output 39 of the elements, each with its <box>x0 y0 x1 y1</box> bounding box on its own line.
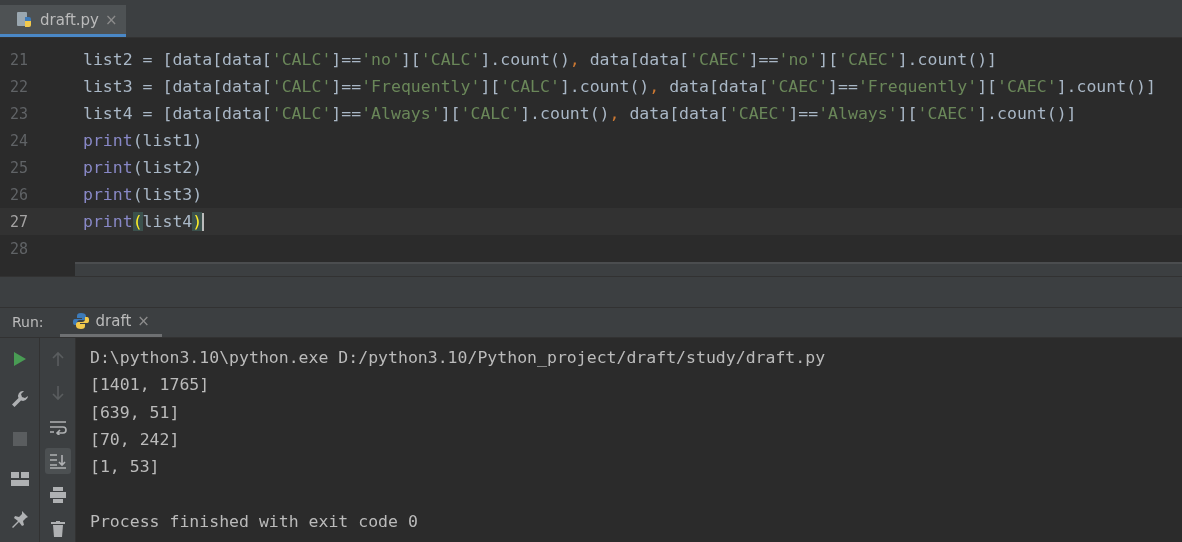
up-arrow-icon <box>50 351 65 367</box>
line-number: 24 <box>9 131 30 150</box>
exit-message: Process finished with exit code 0 <box>90 510 419 533</box>
console-output-line: D:\python3.10\python.exe D:/python3.10/Python_project/draft/study/draft.py <box>90 347 826 370</box>
soft-wrap-icon <box>48 419 67 435</box>
run-label: Run: <box>11 314 45 331</box>
python-icon <box>71 311 90 330</box>
code-line: print(list1) <box>83 130 203 153</box>
play-icon <box>12 351 27 367</box>
line-number: 23 <box>9 104 30 123</box>
code-line: print(list4) <box>83 211 205 234</box>
console-output-line: [1, 53] <box>90 456 161 479</box>
code-line: print(list3) <box>83 184 203 207</box>
pin-icon <box>10 510 29 528</box>
code-line: print(list2) <box>83 157 203 180</box>
trash-icon <box>50 521 65 537</box>
line-number: 28 <box>9 239 30 258</box>
console-output-line: [1401, 1765] <box>90 374 211 397</box>
layout-icon <box>10 472 29 486</box>
printer-icon <box>48 487 67 503</box>
code-line: list4 = [data[data['CALC']=='Always']['CALC'].count(), data[data['CAEC']=='Always']['CAEC'].count()] <box>83 103 1077 126</box>
python-file-icon <box>16 10 34 29</box>
stop-icon <box>12 432 27 446</box>
file-tab[interactable]: draft.py × <box>0 5 126 37</box>
console-output-line: [70, 242] <box>90 429 181 452</box>
wrench-icon <box>10 390 29 408</box>
scroll-to-end-icon <box>48 453 67 469</box>
line-number: 22 <box>9 77 30 96</box>
line-number: 25 <box>9 158 30 177</box>
code-line: list3 = [data[data['CALC']=='Frequently']['CALC'].count(), data[data['CAEC']=='Frequently']['CAEC'].count()] <box>83 76 1156 99</box>
code-line: list2 = [data[data['CALC']=='no']['CALC'].count(), data[data['CAEC']=='no']['CAEC'].count()] <box>83 49 998 71</box>
line-number: 26 <box>9 185 30 204</box>
close-icon[interactable]: × <box>104 10 118 29</box>
console-tool-button[interactable] <box>44 448 71 474</box>
line-number: 27 <box>9 212 30 231</box>
close-icon[interactable]: × <box>137 311 150 330</box>
line-number: 21 <box>9 50 30 69</box>
down-arrow-icon <box>50 385 65 401</box>
console-output-line: [639, 51] <box>90 401 181 424</box>
